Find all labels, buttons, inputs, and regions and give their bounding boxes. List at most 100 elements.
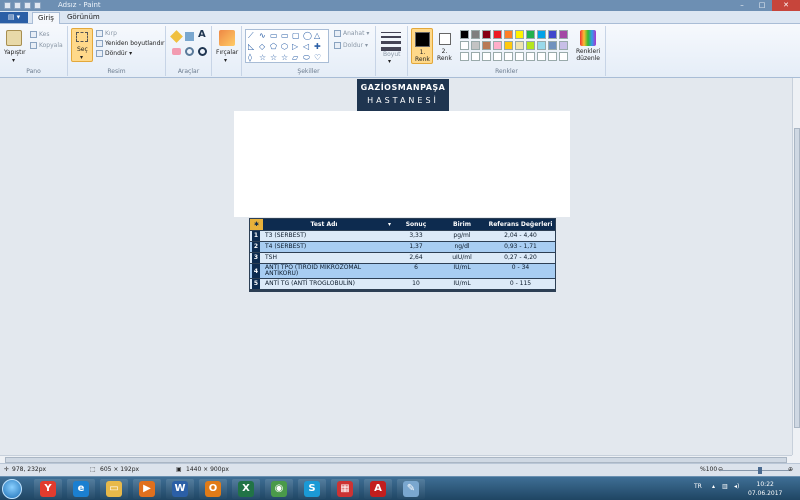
taskbar-acrobat-button[interactable]: A (364, 479, 392, 499)
brushes-dropdown-icon[interactable]: ▾ (224, 57, 227, 64)
paint-app-icon[interactable] (4, 2, 11, 9)
fill-icon[interactable] (185, 32, 194, 41)
brushes-icon[interactable] (219, 30, 235, 46)
palette-swatch[interactable] (515, 52, 524, 61)
palette-swatch[interactable] (526, 52, 535, 61)
clock[interactable]: 10:22 07.06.2017 (748, 480, 782, 498)
volume-icon[interactable]: ◂) (734, 483, 739, 490)
fill-shape-button[interactable]: Doldur ▾ (334, 42, 368, 49)
color2-button[interactable]: 2. Renk (436, 28, 456, 64)
palette-swatch[interactable] (537, 30, 546, 39)
shape-oval-icon[interactable]: ◯ (303, 32, 312, 40)
vertical-scrollbar[interactable] (792, 78, 800, 455)
redo-icon[interactable] (34, 2, 41, 9)
palette-swatch[interactable] (493, 30, 502, 39)
shape-hexagon-icon[interactable]: ⬡ (281, 43, 288, 51)
taskbar-outlook-button[interactable]: O (199, 479, 227, 499)
taskbar-ie-button[interactable]: e (67, 479, 95, 499)
shape-rectangle-icon[interactable]: ▭ (270, 32, 278, 40)
taskbar-explorer-button[interactable]: ▭ (100, 479, 128, 499)
paste-dropdown-icon[interactable]: ▾ (12, 57, 15, 64)
shape-callout-oval-icon[interactable]: ⬭ (303, 54, 310, 62)
pencil-icon[interactable] (170, 30, 183, 43)
paste-icon[interactable] (6, 30, 22, 46)
palette-swatch[interactable] (526, 30, 535, 39)
palette-swatch[interactable] (559, 30, 568, 39)
shape-rect2-icon[interactable]: ▭ (281, 32, 289, 40)
select-dropdown-icon[interactable]: ▾ (80, 54, 83, 61)
shape-curve-icon[interactable]: ∿ (259, 32, 266, 40)
shape-four-arrow-icon[interactable]: ✚ (314, 43, 321, 51)
palette-swatch[interactable] (460, 52, 469, 61)
palette-swatch[interactable] (504, 41, 513, 50)
size-label[interactable]: Boyut (383, 51, 401, 58)
taskbar-paint-button[interactable]: ✎ (397, 479, 425, 499)
brushes-label[interactable]: Fırçalar (216, 49, 238, 56)
text-icon[interactable]: A (198, 29, 206, 40)
color1-button[interactable]: 1. Renk (411, 28, 433, 64)
shape-triangle-icon[interactable]: △ (314, 32, 320, 40)
edit-colors-button[interactable]: Renkleri düzenle (576, 48, 600, 62)
palette-swatch[interactable] (537, 52, 546, 61)
select-button[interactable]: Seç ▾ (71, 28, 93, 62)
palette-swatch[interactable] (460, 41, 469, 50)
language-indicator[interactable]: TR (694, 483, 702, 490)
shape-right-triangle-icon[interactable]: ◺ (248, 43, 254, 51)
rotate-button[interactable]: Döndür ▾ (96, 50, 132, 57)
palette-swatch[interactable] (482, 52, 491, 61)
size-icon[interactable] (381, 32, 401, 51)
taskbar-app10-button[interactable]: ▦ (331, 479, 359, 499)
color-picker-icon[interactable] (185, 47, 194, 56)
tab-home[interactable]: Giriş (32, 12, 60, 24)
palette-swatch[interactable] (493, 52, 502, 61)
taskbar-skype-button[interactable]: S (298, 479, 326, 499)
shape-star4-icon[interactable]: ☆ (259, 54, 266, 62)
palette-swatch[interactable] (493, 41, 502, 50)
shape-rounded-rect-icon[interactable]: ▢ (292, 32, 300, 40)
maximize-button[interactable]: □ (752, 0, 772, 11)
palette-swatch[interactable] (471, 52, 480, 61)
outline-button[interactable]: Anahat ▾ (334, 30, 369, 37)
palette-swatch[interactable] (504, 52, 513, 61)
file-menu-button[interactable]: ▤ ▾ (0, 12, 28, 23)
palette-swatch[interactable] (504, 30, 513, 39)
palette-swatch[interactable] (526, 41, 535, 50)
shape-star6-icon[interactable]: ☆ (281, 54, 288, 62)
palette-swatch[interactable] (515, 30, 524, 39)
palette-swatch[interactable] (559, 52, 568, 61)
close-button[interactable]: ✕ (772, 0, 800, 11)
palette-swatch[interactable] (548, 52, 557, 61)
palette-swatch[interactable] (471, 41, 480, 50)
horizontal-scrollbar[interactable] (0, 455, 792, 463)
palette-swatch[interactable] (537, 41, 546, 50)
taskbar-excel-button[interactable]: X (232, 479, 260, 499)
shape-pentagon-icon[interactable]: ⬠ (270, 43, 277, 51)
save-icon[interactable] (14, 2, 21, 9)
crop-button[interactable]: Kırp (96, 30, 117, 37)
resize-button[interactable]: Yeniden boyutlandır (96, 40, 165, 47)
undo-icon[interactable] (24, 2, 31, 9)
palette-swatch[interactable] (548, 30, 557, 39)
palette-swatch[interactable] (471, 30, 480, 39)
eraser-icon[interactable] (172, 48, 181, 55)
taskbar-yandex-button[interactable]: Y (34, 479, 62, 499)
edit-colors-icon[interactable] (580, 30, 596, 46)
zoom-slider-track[interactable] (720, 470, 790, 471)
copy-button[interactable]: Kopyala (30, 42, 63, 49)
palette-swatch[interactable] (482, 41, 491, 50)
shape-callout-rect-icon[interactable]: ▱ (292, 54, 298, 62)
zoom-in-icon[interactable]: ⊕ (788, 464, 793, 476)
minimize-button[interactable]: – (732, 0, 752, 11)
shape-line-icon[interactable]: ⟋ (248, 32, 254, 40)
network-icon[interactable]: ▥ (722, 483, 728, 490)
cut-button[interactable]: Kes (30, 31, 49, 38)
shape-right-arrow-icon[interactable]: ▷ (292, 43, 298, 51)
zoom-slider-handle[interactable] (758, 467, 762, 474)
start-button[interactable] (2, 479, 22, 499)
size-dropdown-icon[interactable]: ▾ (388, 58, 391, 65)
shape-rhombus-icon[interactable]: ◊ (248, 54, 252, 62)
palette-swatch[interactable] (460, 30, 469, 39)
shape-diamond-icon[interactable]: ◇ (259, 43, 265, 51)
tray-arrow-icon[interactable]: ▴ (712, 483, 715, 490)
shape-star5-icon[interactable]: ☆ (270, 54, 277, 62)
